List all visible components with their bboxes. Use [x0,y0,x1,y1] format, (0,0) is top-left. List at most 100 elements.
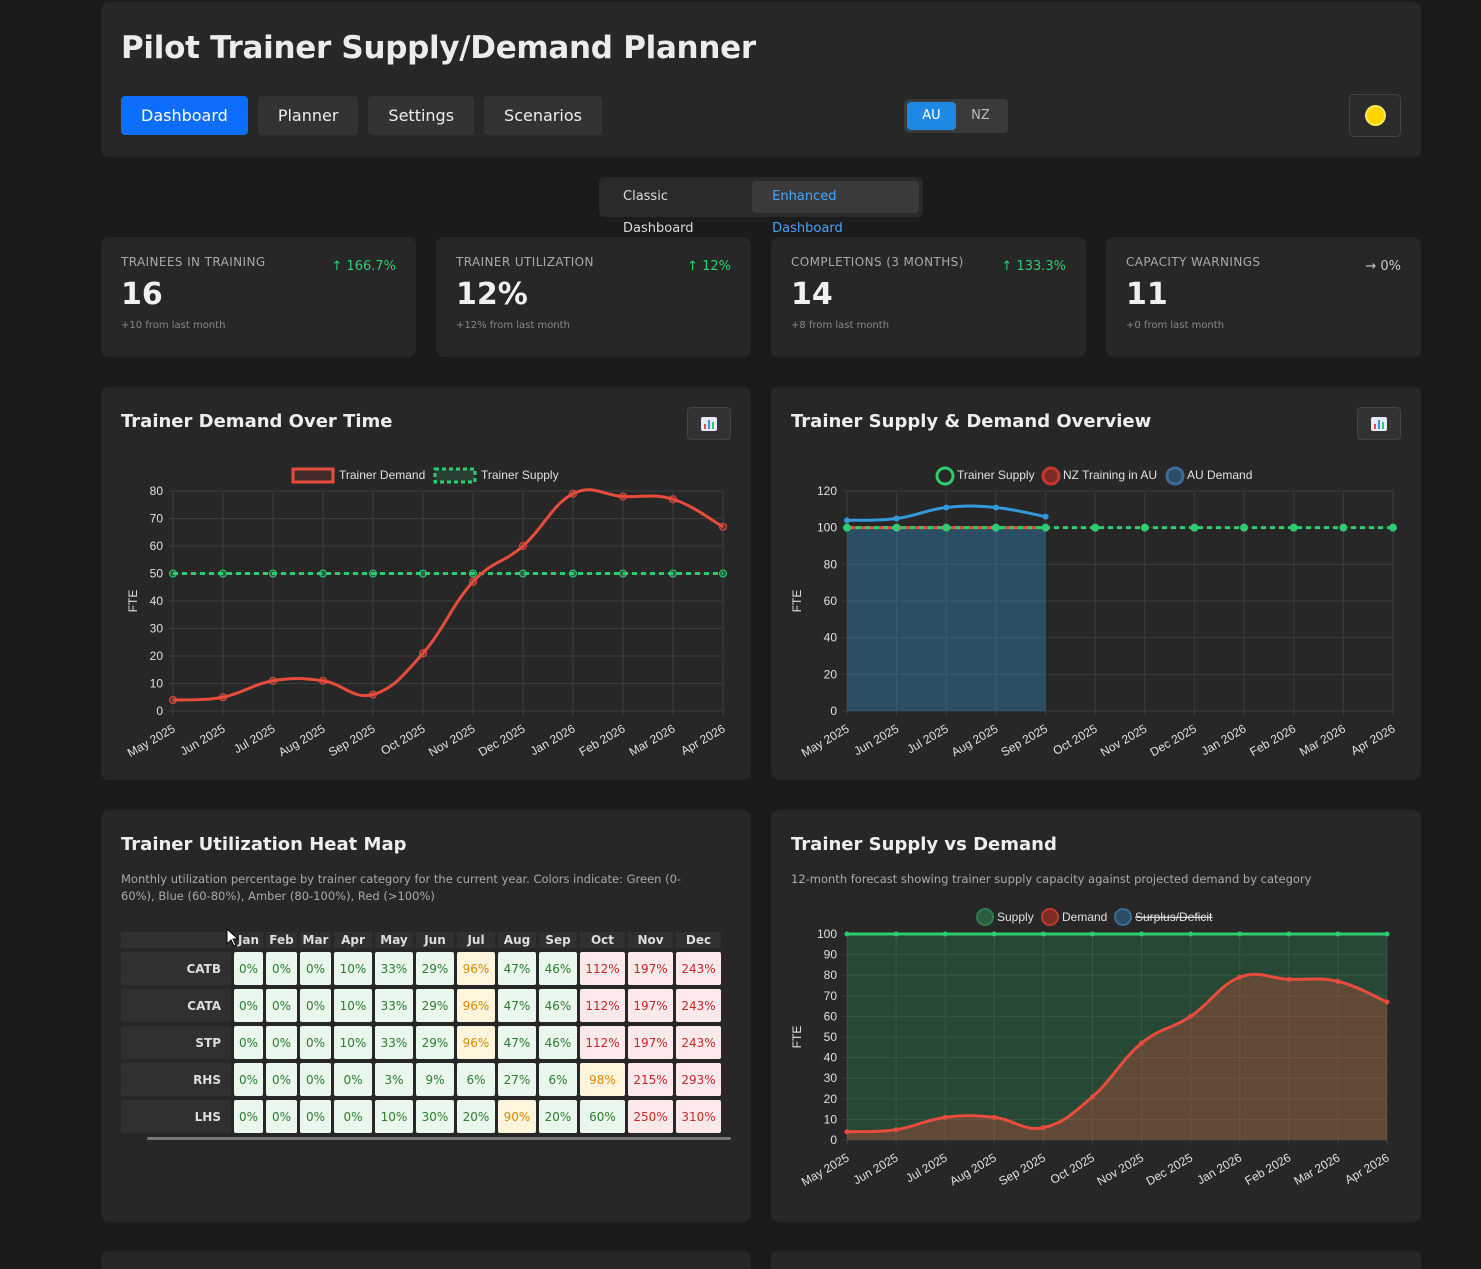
supply-point [844,931,850,937]
theme-toggle-button[interactable] [1349,94,1401,137]
enhanced-dashboard-tab[interactable]: Enhanced Dashboard [752,181,919,236]
heatmap-cell: 0% [234,1100,263,1133]
demand-over-time-chart: 0 10 20 30 40 50 60 70 80 May 2025 Jun 2025 Jul 202… [125,467,728,760]
demand-point [942,1114,948,1120]
x-tick-label: Jun 2025 [178,721,228,758]
heatmap-month-header: Dec [676,932,721,948]
y-tick-label: 50 [824,1030,838,1044]
classic-dashboard-tab[interactable]: Classic Dashboard [603,181,752,236]
heatmap-description: Monthly utilization percentage by traine… [121,872,682,903]
y-tick-label: 70 [824,989,838,1003]
demand-point [169,696,177,704]
demand-point [1188,1013,1194,1019]
supply-point [942,523,951,532]
y-axis-label: FTE [790,590,804,613]
legend-label-au-demand: AU Demand [1187,468,1252,482]
heatmap-month-header: Oct [580,932,625,948]
y-tick-label: 50 [150,567,164,581]
demand-point [319,676,327,685]
supply-demand-overview-chart: 020406080100120May 2025 Jun 2025 Jul 2025A… [790,466,1398,760]
series-line-demand [172,488,724,702]
y-tick-label: 0 [830,704,837,718]
heatmap-cell: 0% [300,989,331,1022]
heatmap-month-header: Jul [457,932,495,948]
au-demand-point [844,517,850,524]
demand-point [1237,974,1243,980]
demand-point [669,495,677,504]
x-tick-label: Dec 2025 [1147,721,1199,759]
legend-label-surplus-deficit: Surplus/Deficit [1135,910,1213,924]
legend-label-supply: Trainer Supply [481,468,559,482]
heatmap-cell: 46% [539,989,577,1022]
heatmap-cell: 6% [457,1063,495,1096]
heatmap-cell: 47% [498,1026,536,1059]
heatmap-cell: 197% [628,989,673,1022]
demand-point [893,1127,899,1133]
supply-demand-overview-card: Trainer Supply & Demand Overview 0 20 40 60… [771,387,1421,780]
heatmap-cell: 0% [234,1026,263,1059]
heatmap-month-header: May [375,932,413,948]
supply-point [1089,931,1095,937]
heatmap-corner [121,932,231,948]
supply-vs-demand-card: Trainer Supply vs Demand 12-month foreca… [771,810,1421,1222]
heatmap-title: Trainer Utilization Heat Map [121,834,407,855]
heatmap-row: RHS 0% 0% 0% 0% 3% 9% 6% 27% 6% 98% 215% 293% [121,1063,721,1096]
heatmap-month-header: Aug [498,932,536,948]
supply-point [1389,523,1397,532]
heatmap-cell: 10% [375,1100,413,1133]
nav-scenarios-button[interactable]: Scenarios [484,96,602,135]
x-tick-label: Nov 2025 [1098,721,1150,759]
x-tick-label: Feb 2026 [1247,721,1298,759]
x-tick-label: Apr 2026 [678,721,727,758]
next-card-left [101,1251,751,1269]
nav-settings-button[interactable]: Settings [368,96,475,135]
y-tick-label: 100 [817,927,837,941]
demand-point [469,577,477,586]
legend-swatch-surplus-deficit [1114,908,1132,926]
kpi-subtext: +10 from last month [121,320,226,331]
au-demand-point [1042,513,1049,520]
x-tick-label: Jul 2025 [231,721,278,756]
x-tick-label: Oct 2025 [1048,1150,1097,1187]
nav-planner-button[interactable]: Planner [257,96,359,135]
demand-point [844,1129,850,1135]
demand-over-time-card: Trainer Demand Over Time 0 10 20 30 40 50 60 70… [101,387,751,780]
region-au-button[interactable]: AU [907,102,956,130]
heatmap-cell: 0% [266,952,297,985]
sun-icon [1366,107,1384,124]
nav-dashboard-button[interactable]: Dashboard [121,96,248,135]
x-tick-label: Mar 2026 [627,721,678,759]
heatmap-row: LHS 0% 0% 0% 0% 10% 30% 20% 90% 20% 60% 250% 310% [121,1100,721,1133]
legend-label-demand: Demand [1062,910,1107,924]
heatmap-cell: 0% [234,1063,263,1096]
dashboard-view-toggle: Classic Dashboard Enhanced Dashboard [599,177,923,236]
heatmap-cell: 29% [416,1026,454,1059]
heatmap-row-label: RHS [121,1063,231,1096]
heatmap-row-label: LHS [121,1100,231,1133]
heatmap-cell: 96% [457,952,495,985]
demand-point [1286,976,1292,982]
supply-point [1240,523,1249,532]
horizontal-scrollbar[interactable] [147,1137,731,1140]
legend-swatch-supply [976,908,994,926]
supply-point [669,569,677,578]
x-tick-label: Oct 2025 [378,721,427,758]
heatmap-cell: 112% [580,989,625,1022]
heatmap-cell: 46% [539,1026,577,1059]
x-tick-label: Sep 2025 [999,721,1051,759]
legend-label-supply: Supply [997,910,1034,924]
x-tick-label: Sep 2025 [996,1150,1048,1188]
x-tick-label: Aug 2025 [947,1150,999,1188]
y-tick-label: 40 [824,631,838,645]
y-tick-label: 80 [824,557,838,571]
x-tick-label: Nov 2025 [426,721,478,759]
heatmap-cell: 10% [334,952,372,985]
region-nz-button[interactable]: NZ [956,102,1005,130]
supply-point [1140,523,1149,532]
heatmap-cell: 243% [676,952,721,985]
demand-point [569,489,577,498]
heatmap-cell: 47% [498,989,536,1022]
supply-point [991,523,1000,532]
demand-point [419,649,427,658]
y-tick-label: 60 [824,1009,838,1023]
